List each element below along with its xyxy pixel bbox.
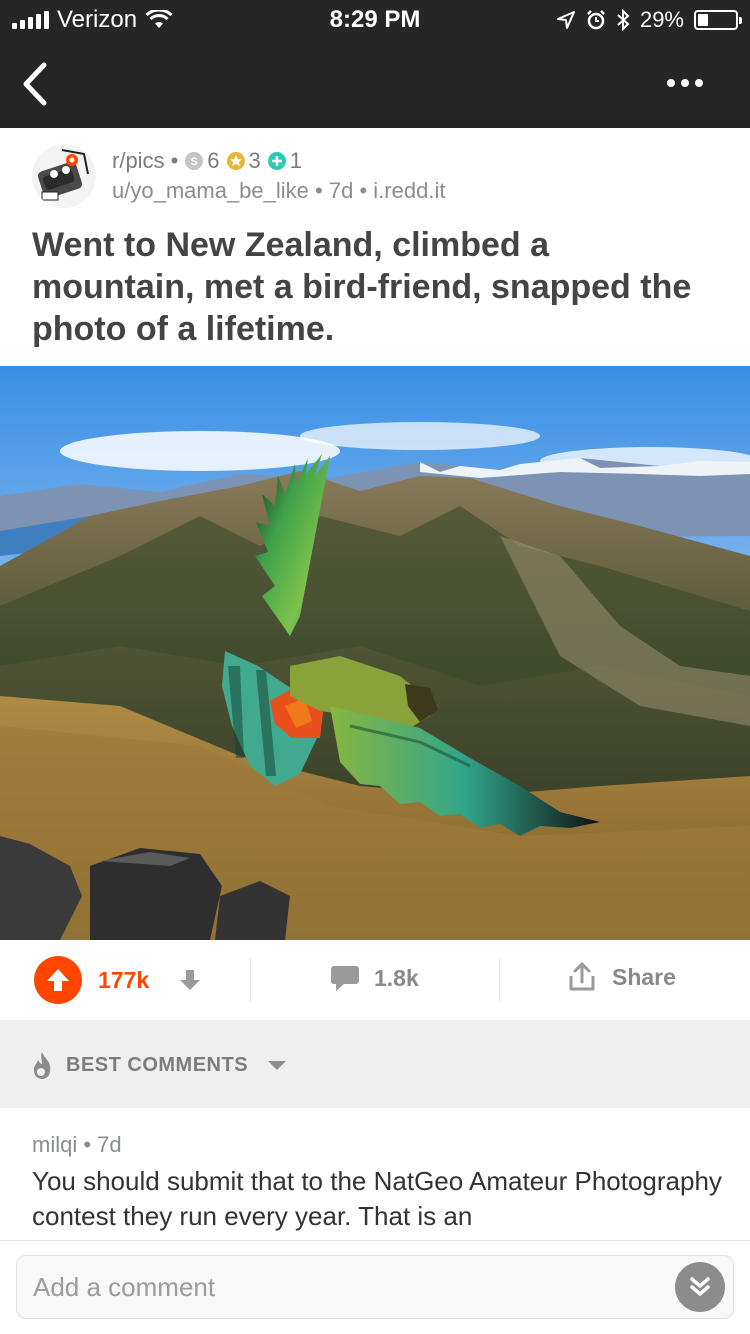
action-divider — [499, 958, 500, 1002]
add-comment-box — [16, 1255, 734, 1319]
share-icon — [569, 962, 595, 991]
post-age: 7d — [328, 178, 354, 203]
gold-award-icon — [226, 152, 245, 170]
upvote-arrow-icon — [47, 969, 69, 991]
vote-controls: 177k — [34, 956, 205, 1004]
share-button[interactable]: Share — [568, 962, 676, 992]
battery-level — [698, 14, 708, 26]
sort-label: BEST COMMENTS — [66, 1053, 249, 1076]
comment-count: 1.8k — [374, 964, 419, 991]
action-divider — [250, 958, 251, 1002]
chevron-down-icon — [268, 1061, 287, 1070]
post-meta-line-2: u/yo_mama_be_like • 7d • i.redd.it — [112, 178, 445, 204]
separator: • — [359, 178, 368, 203]
post-meta-line-1: r/pics • S 6 3 1 — [112, 148, 302, 174]
kea-parrot-mountain-photo — [0, 366, 750, 940]
subreddit-link[interactable]: r/pics — [112, 148, 165, 174]
status-icons: 29% — [556, 6, 742, 34]
more-dot-icon — [667, 79, 675, 87]
chevron-left-icon — [23, 62, 47, 106]
downvote-arrow-icon — [180, 970, 201, 990]
platinum-award-icon — [267, 152, 286, 170]
collapse-comments-button[interactable] — [675, 1262, 725, 1312]
comment-composer — [0, 1240, 750, 1334]
vote-score: 177k — [98, 966, 150, 993]
gold-award-count: 3 — [248, 148, 261, 173]
post-header: r/pics • S 6 3 1 u/yo_mama_be_like • 7d … — [0, 128, 750, 366]
subreddit-avatar[interactable] — [32, 144, 96, 208]
more-dot-icon — [681, 79, 689, 87]
comment-item[interactable]: milqi • 7d You should submit that to the… — [0, 1108, 750, 1240]
post-domain[interactable]: i.redd.it — [373, 178, 445, 203]
more-dot-icon — [695, 79, 703, 87]
flame-icon — [33, 1052, 51, 1079]
comment-sort-bar: BEST COMMENTS — [0, 1020, 750, 1108]
comment-body: You should submit that to the NatGeo Ama… — [32, 1166, 722, 1231]
more-options-button[interactable] — [660, 68, 710, 98]
gold-award[interactable]: 3 — [226, 148, 261, 174]
platinum-award[interactable]: 1 — [267, 148, 302, 174]
separator: • — [170, 148, 179, 173]
silver-award-count: 6 — [207, 148, 220, 173]
comment-sort-dropdown[interactable]: BEST COMMENTS — [30, 1050, 288, 1080]
reddit-robot-avatar-icon — [32, 144, 96, 208]
share-label: Share — [612, 963, 676, 990]
svg-text:S: S — [191, 156, 198, 168]
alarm-icon — [587, 10, 605, 30]
back-button[interactable] — [10, 54, 60, 114]
nav-bar — [0, 40, 750, 128]
downvote-button[interactable] — [175, 965, 205, 995]
post-action-bar: 177k 1.8k Share — [0, 940, 750, 1020]
comment-bubble-icon — [331, 966, 359, 991]
bluetooth-icon — [617, 9, 630, 31]
post-image[interactable] — [0, 366, 750, 940]
status-bar: Verizon 8:29 PM 29% — [0, 0, 750, 40]
silver-award[interactable]: S 6 — [184, 148, 220, 174]
silver-award-icon: S — [185, 152, 204, 170]
battery-percent: 29% — [639, 7, 684, 32]
platinum-award-count: 1 — [289, 148, 303, 173]
post-title: Went to New Zealand, climbed a mountain,… — [32, 226, 692, 348]
battery-icon — [694, 10, 742, 30]
comment-meta: milqi • 7d — [32, 1132, 122, 1157]
comments-button[interactable]: 1.8k — [330, 964, 419, 992]
upvote-button[interactable] — [34, 956, 82, 1004]
author-link[interactable]: u/yo_mama_be_like — [112, 178, 309, 203]
double-chevron-down-icon — [690, 1277, 710, 1296]
separator: • — [315, 178, 323, 203]
location-arrow-icon — [556, 11, 575, 29]
add-comment-input[interactable] — [33, 1256, 633, 1318]
